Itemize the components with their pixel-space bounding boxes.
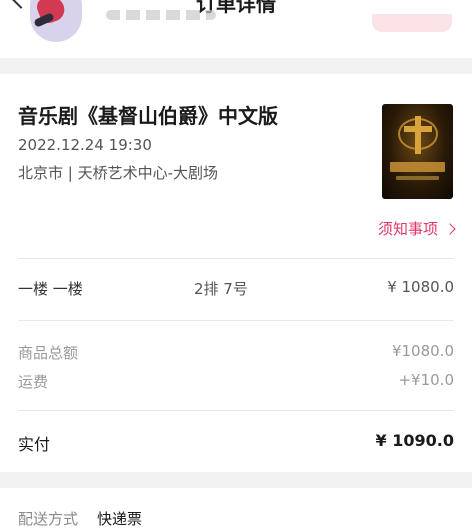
poster-cross-icon bbox=[404, 116, 432, 154]
avatar bbox=[30, 0, 82, 42]
notice-label: 须知事项 bbox=[377, 220, 438, 238]
show-venue: 北京市 | 天桥艺术中心-大剧场 bbox=[18, 164, 219, 182]
divider bbox=[18, 320, 454, 321]
chevron-right-icon bbox=[444, 222, 456, 235]
ticket-zone: 一楼 一楼 bbox=[18, 280, 83, 298]
ticket-price: ¥ 1080.0 bbox=[387, 278, 454, 296]
order-card: 音乐剧《基督山伯爵》中文版 2022.12.24 19:30 北京市 | 天桥艺… bbox=[0, 74, 472, 472]
poster-title-graphic bbox=[390, 162, 445, 172]
delivery-label: 配送方式 bbox=[18, 510, 79, 528]
show-poster[interactable] bbox=[382, 104, 453, 199]
show-title: 音乐剧《基督山伯爵》中文版 bbox=[18, 104, 278, 128]
delivery-card: 配送方式 快递票 bbox=[0, 488, 472, 529]
poster-subtitle-graphic bbox=[396, 176, 439, 180]
show-datetime: 2022.12.24 19:30 bbox=[18, 136, 152, 154]
shipping-value: +¥10.0 bbox=[398, 371, 454, 389]
top-bar: 订单详情 bbox=[0, 0, 472, 58]
divider bbox=[18, 258, 454, 259]
status-pill bbox=[372, 14, 452, 32]
delivery-value: 快递票 bbox=[97, 510, 143, 528]
paid-value: ¥ 1090.0 bbox=[375, 431, 454, 450]
goods-total-value: ¥1080.0 bbox=[391, 342, 454, 360]
divider bbox=[18, 410, 454, 411]
ticket-seat: 2排 7号 bbox=[194, 280, 248, 298]
obscured-text bbox=[106, 10, 216, 20]
avatar-leg-icon bbox=[33, 12, 55, 28]
paid-label: 实付 bbox=[18, 435, 51, 454]
shipping-label: 运费 bbox=[18, 373, 49, 391]
goods-total-label: 商品总额 bbox=[18, 344, 79, 362]
notice-link[interactable]: 须知事项 bbox=[377, 218, 456, 239]
